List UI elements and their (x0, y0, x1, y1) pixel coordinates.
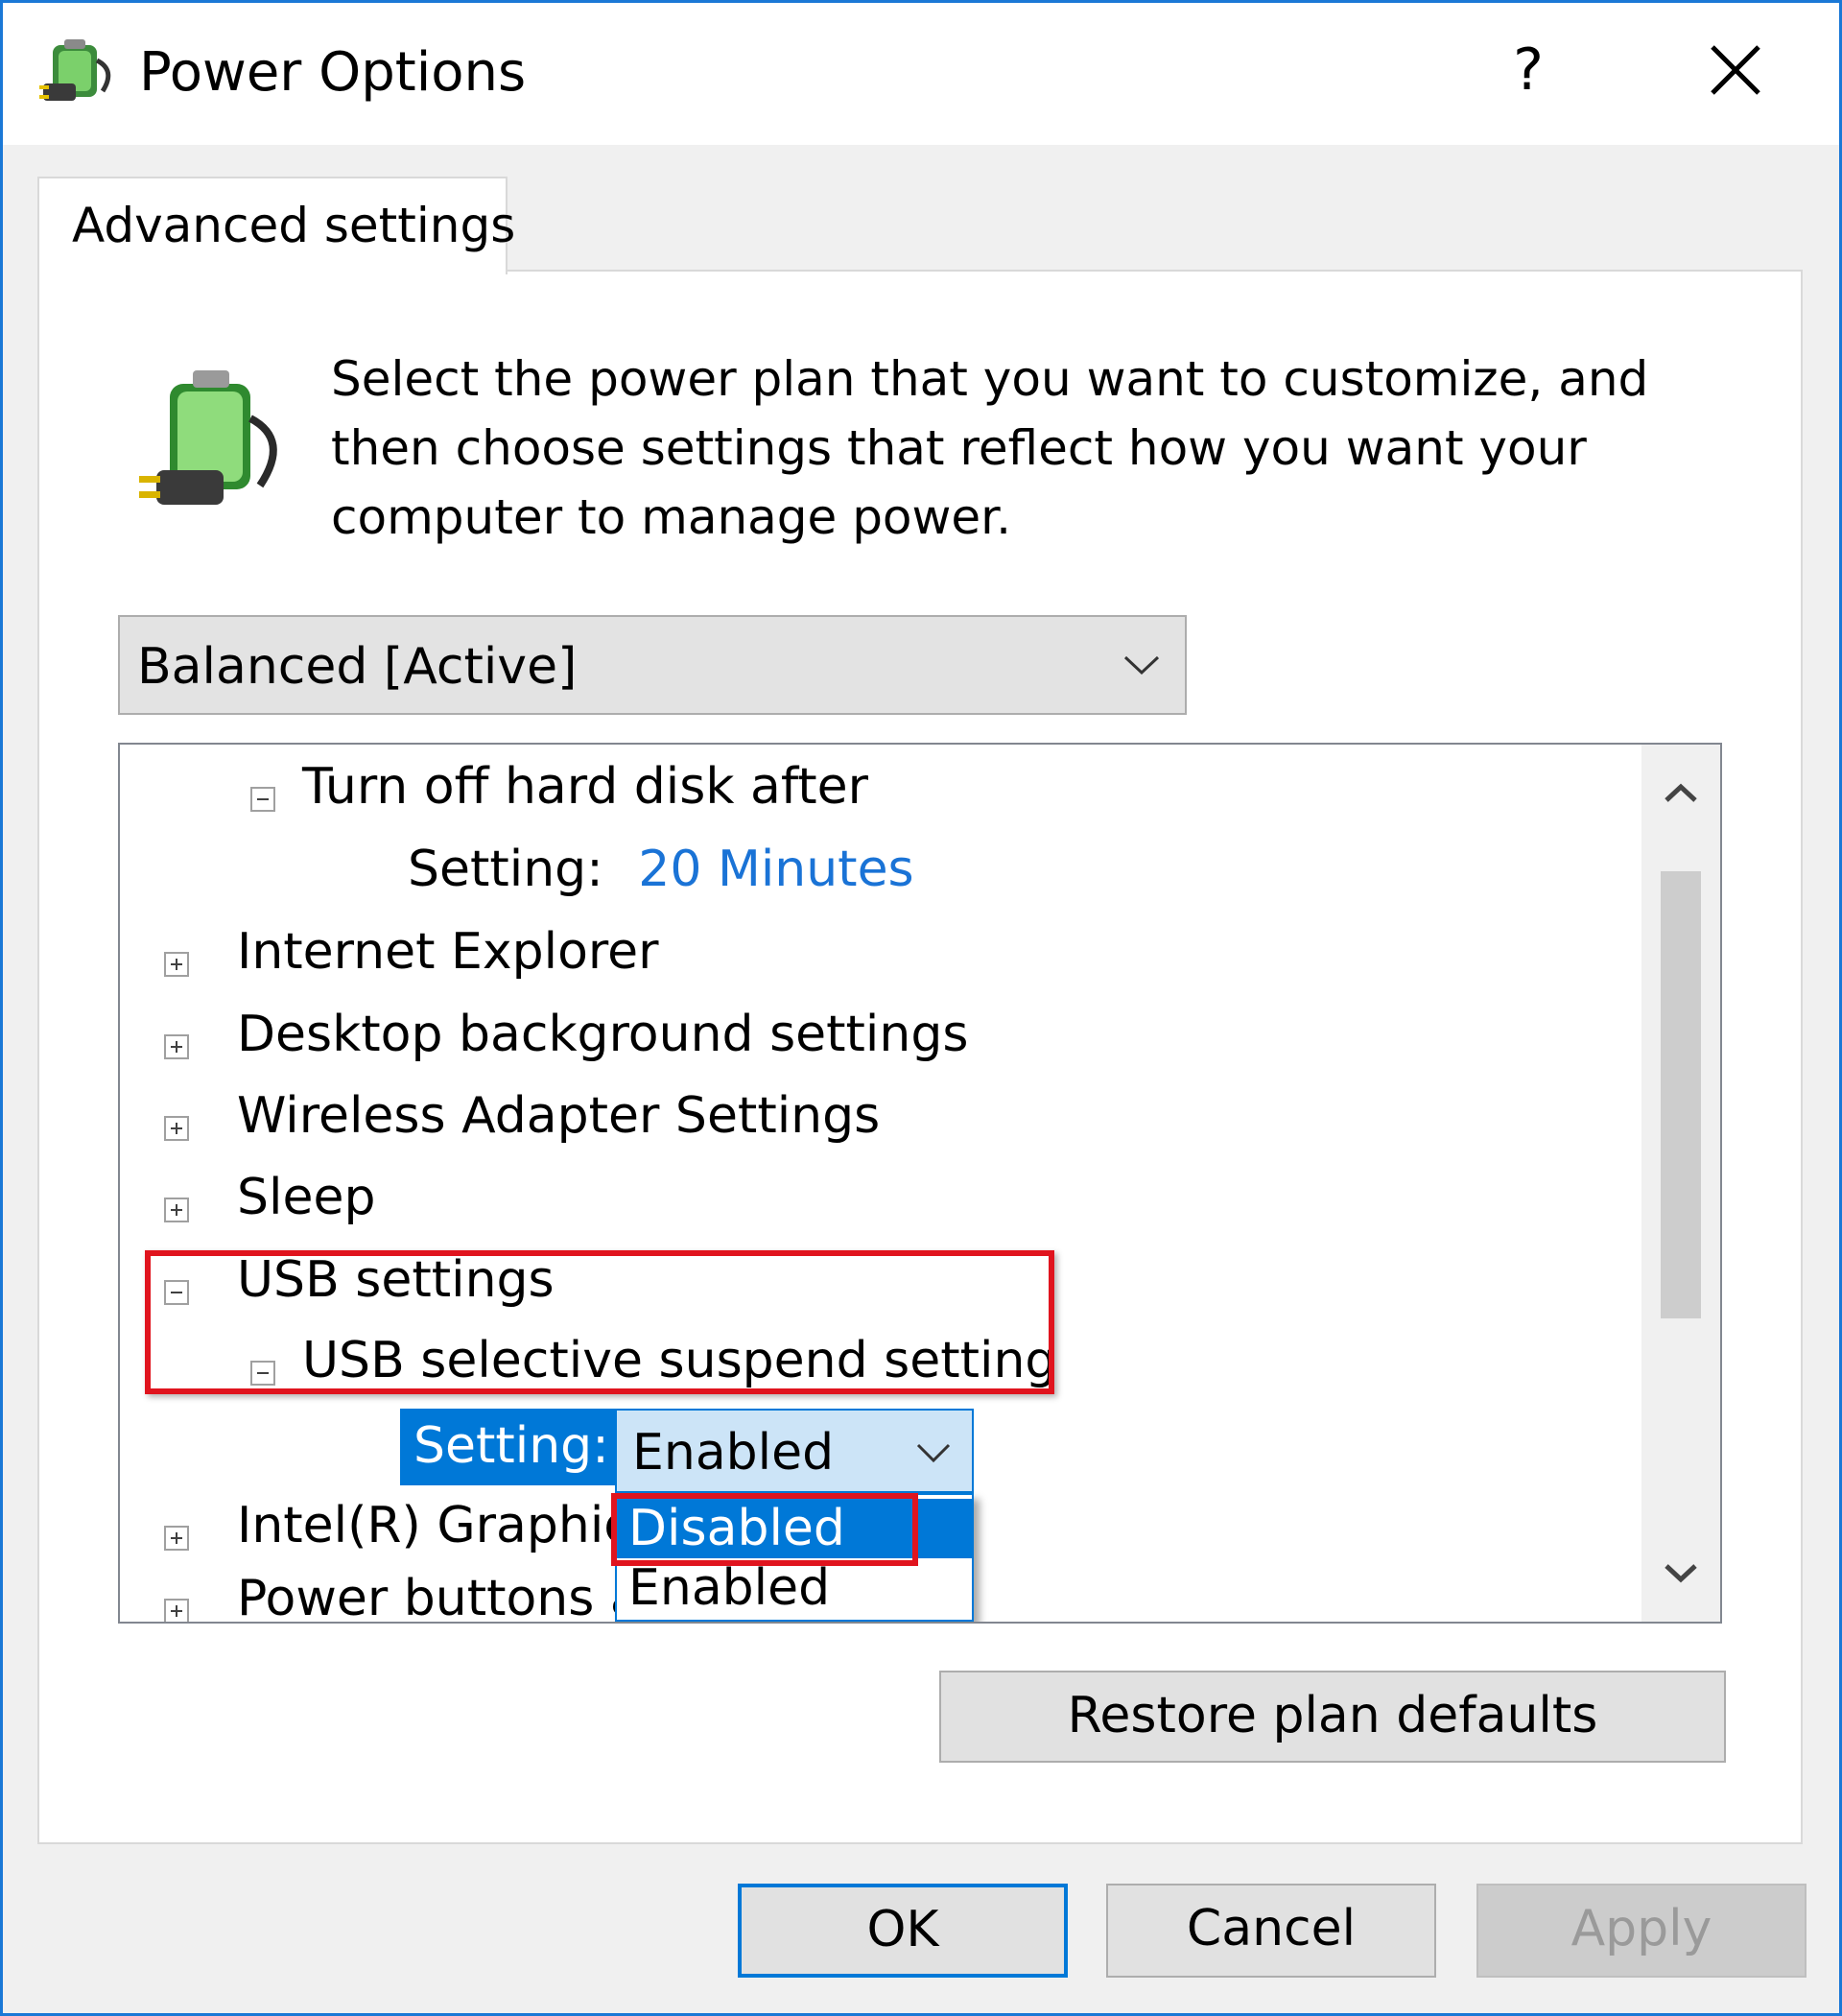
tree-item-label: Wireless Adapter Settings (237, 1087, 881, 1145)
option-enabled[interactable]: Enabled (617, 1558, 972, 1618)
window-title: Power Options (139, 41, 527, 104)
power-options-dialog: Power Options ? Advanced settings Select… (0, 0, 1842, 2016)
expand-icon[interactable] (164, 1116, 189, 1141)
tree-item-label: Sleep (237, 1169, 376, 1226)
usb-setting-current-value: Enabled (632, 1424, 835, 1482)
tree-item-desktop-background[interactable]: Desktop background settings (164, 1006, 968, 1063)
tree-item-power-buttons[interactable]: Power buttons a (164, 1570, 641, 1624)
tree-item-label: Internet Explorer (237, 923, 659, 981)
scrollbar-thumb[interactable] (1661, 871, 1701, 1318)
intro-text: Select the power plan that you want to c… (331, 351, 1649, 545)
setting-value-link[interactable]: 20 Minutes (638, 841, 913, 898)
tree-scrollbar[interactable] (1641, 745, 1720, 1622)
power-plan-dropdown[interactable]: Balanced [Active] (118, 615, 1187, 715)
tree-item-turn-off-hard-disk[interactable]: Turn off hard disk after (248, 758, 868, 816)
cancel-button[interactable]: Cancel (1106, 1884, 1436, 1978)
highlight-disabled-option (611, 1493, 918, 1566)
hard-disk-setting-row[interactable]: Setting: 20 Minutes (408, 841, 914, 898)
chevron-down-icon (1123, 655, 1160, 676)
power-plug-icon (39, 39, 111, 101)
tree-item-intel-graphics[interactable]: Intel(R) Graphic (164, 1497, 631, 1554)
tree-item-sleep[interactable]: Sleep (164, 1169, 375, 1226)
tree-item-label: Power buttons a (237, 1570, 641, 1624)
expand-icon[interactable] (164, 1526, 189, 1551)
apply-button[interactable]: Apply (1476, 1884, 1807, 1978)
close-icon[interactable] (1688, 22, 1783, 118)
ok-button[interactable]: OK (738, 1884, 1068, 1978)
tree-item-wireless-adapter[interactable]: Wireless Adapter Settings (164, 1087, 880, 1145)
help-button[interactable]: ? (1480, 22, 1576, 118)
usb-setting-label: Setting: (400, 1409, 615, 1485)
expand-icon[interactable] (164, 1599, 189, 1622)
tree-item-label: Desktop background settings (237, 1006, 969, 1063)
expand-icon[interactable] (164, 952, 189, 977)
tree-item-label: Intel(R) Graphic (237, 1497, 631, 1554)
plan-selected-value: Balanced [Active] (137, 638, 578, 696)
title-bar: Power Options ? (3, 3, 1839, 145)
tree-item-label: Turn off hard disk after (302, 758, 868, 816)
setting-label: Setting: (408, 841, 603, 898)
scroll-up-icon[interactable] (1641, 745, 1720, 841)
restore-plan-defaults-button[interactable]: Restore plan defaults (939, 1671, 1726, 1763)
battery-plug-icon (139, 370, 277, 505)
settings-tree: Turn off hard disk after Setting: 20 Min… (118, 743, 1722, 1624)
highlight-usb-settings (145, 1250, 1054, 1394)
tree-item-internet-explorer[interactable]: Internet Explorer (164, 923, 659, 981)
tab-label: Advanced settings (72, 198, 516, 253)
usb-setting-dropdown[interactable]: Enabled (615, 1409, 974, 1493)
scroll-down-icon[interactable] (1641, 1526, 1720, 1622)
chevron-down-icon (916, 1443, 951, 1463)
tab-advanced-settings[interactable]: Advanced settings (37, 177, 515, 274)
expand-icon[interactable] (164, 1198, 189, 1222)
expand-icon[interactable] (164, 1034, 189, 1059)
collapse-icon[interactable] (250, 787, 275, 812)
